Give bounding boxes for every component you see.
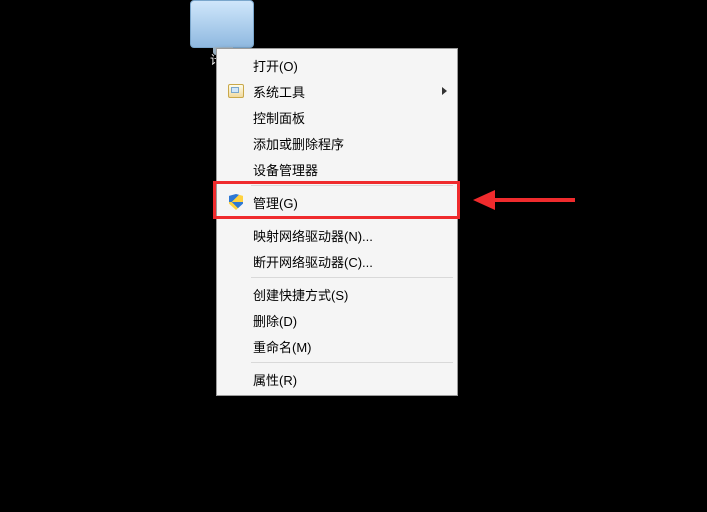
blank-icon [223, 369, 249, 389]
blank-icon [223, 251, 249, 271]
menu-item-map-network-drive[interactable]: 映射网络驱动器(N)... [219, 222, 455, 248]
blank-icon [223, 336, 249, 356]
menu-item-label: 重命名(M) [249, 337, 447, 356]
menu-item-label: 属性(R) [249, 370, 447, 389]
context-menu: 打开(O) 系统工具 控制面板 添加或删除程序 设备管理器 管理(G) 映射网络… [216, 48, 458, 396]
annotation-arrow-head-icon [473, 190, 495, 210]
menu-separator [251, 277, 453, 278]
menu-item-device-manager[interactable]: 设备管理器 [219, 156, 455, 182]
menu-item-system-tools[interactable]: 系统工具 [219, 78, 455, 104]
menu-item-add-remove-programs[interactable]: 添加或删除程序 [219, 130, 455, 156]
menu-item-label: 控制面板 [249, 108, 447, 127]
blank-icon [223, 310, 249, 330]
menu-item-delete[interactable]: 删除(D) [219, 307, 455, 333]
menu-item-rename[interactable]: 重命名(M) [219, 333, 455, 359]
menu-item-label: 断开网络驱动器(C)... [249, 252, 447, 271]
menu-item-open[interactable]: 打开(O) [219, 52, 455, 78]
blank-icon [223, 159, 249, 179]
computer-icon [190, 0, 254, 48]
blank-icon [223, 225, 249, 245]
menu-item-properties[interactable]: 属性(R) [219, 366, 455, 392]
menu-item-disconnect-network-drive[interactable]: 断开网络驱动器(C)... [219, 248, 455, 274]
menu-item-label: 设备管理器 [249, 160, 447, 179]
menu-item-label: 删除(D) [249, 311, 447, 330]
menu-item-label: 映射网络驱动器(N)... [249, 226, 447, 245]
blank-icon [223, 133, 249, 153]
menu-item-label: 打开(O) [249, 56, 447, 75]
menu-item-create-shortcut[interactable]: 创建快捷方式(S) [219, 281, 455, 307]
blank-icon [223, 107, 249, 127]
submenu-arrow-icon [442, 87, 447, 95]
menu-item-label: 管理(G) [249, 193, 447, 212]
blank-icon [223, 55, 249, 75]
menu-item-label: 创建快捷方式(S) [249, 285, 447, 304]
annotation-arrow-line [495, 198, 575, 202]
menu-item-label: 系统工具 [249, 82, 436, 101]
menu-separator [251, 185, 453, 186]
menu-item-control-panel[interactable]: 控制面板 [219, 104, 455, 130]
menu-separator [251, 362, 453, 363]
blank-icon [223, 284, 249, 304]
folder-icon [223, 81, 249, 101]
shield-icon [223, 192, 249, 212]
menu-item-manage[interactable]: 管理(G) [219, 189, 455, 215]
menu-separator [251, 218, 453, 219]
menu-item-label: 添加或删除程序 [249, 134, 447, 153]
